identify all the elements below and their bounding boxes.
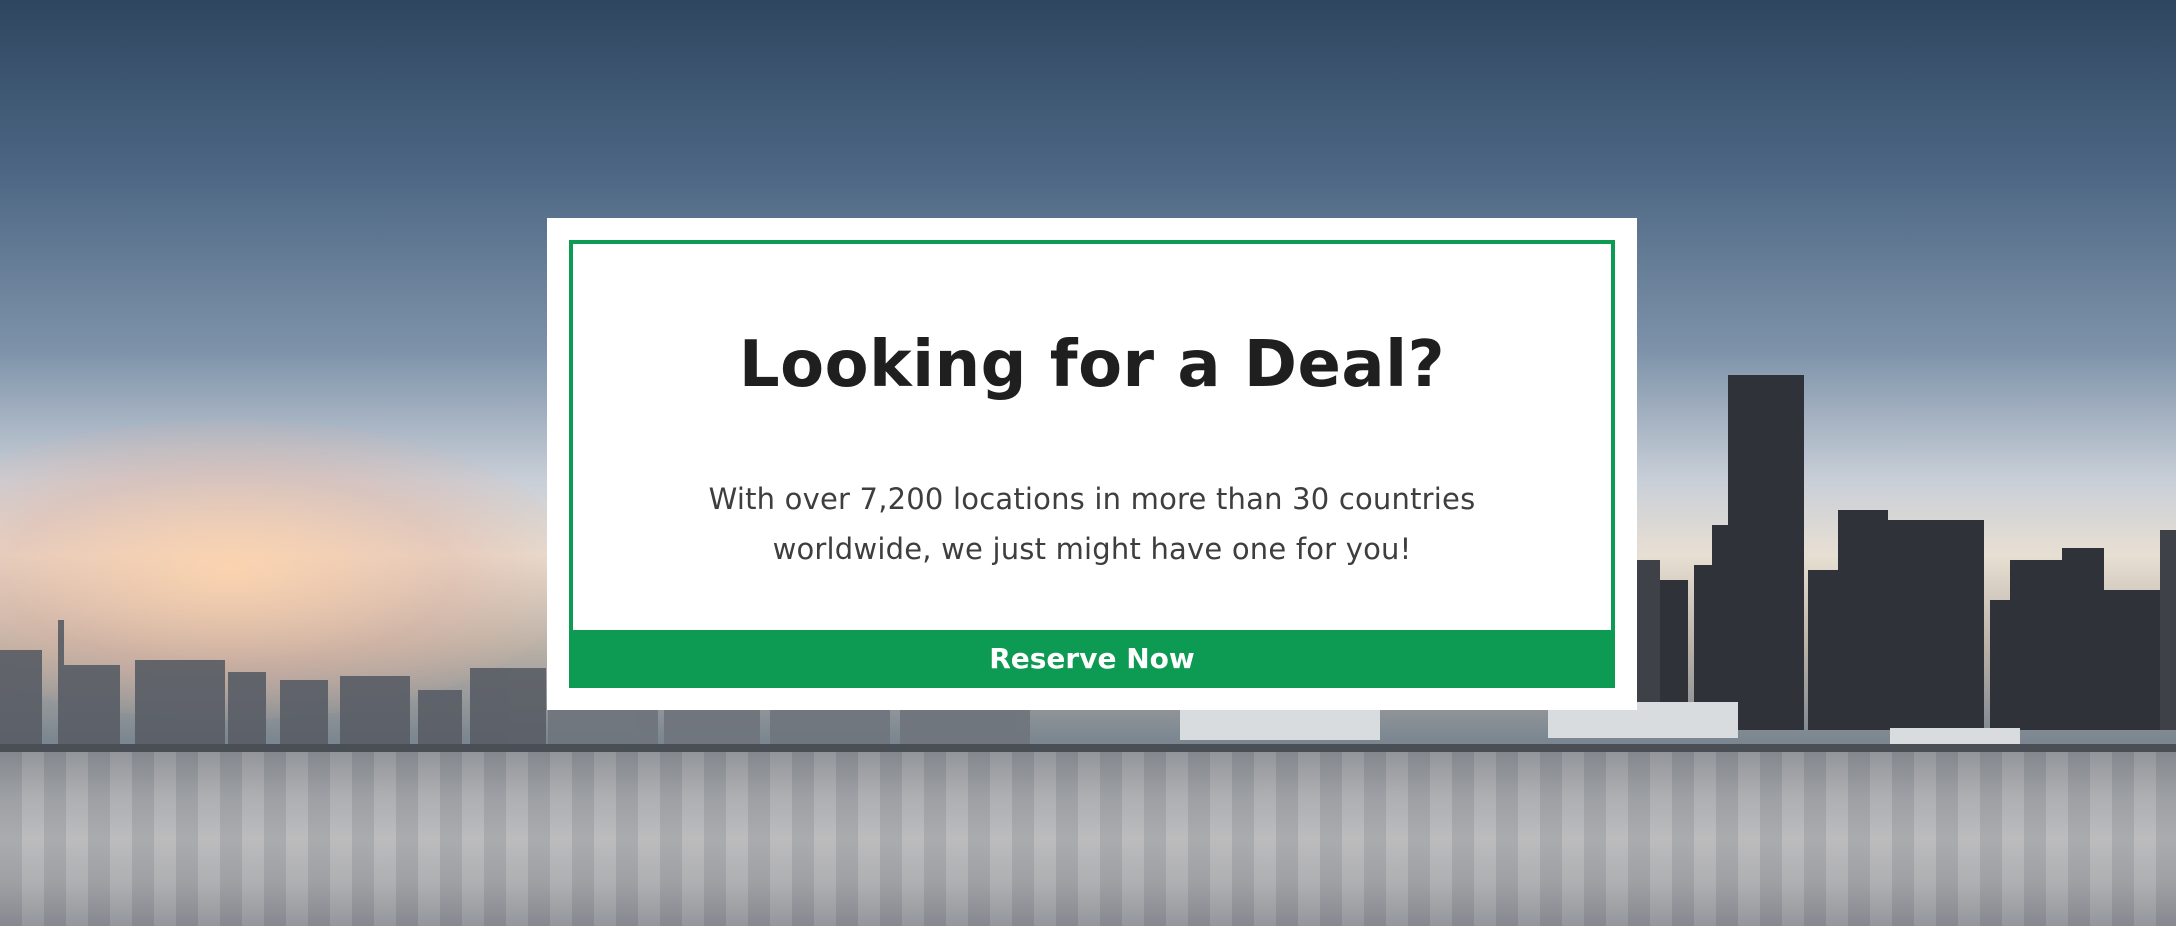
deal-description-line-2: worldwide, we just might have one for yo… — [772, 532, 1412, 566]
deal-promo-card: Looking for a Deal? With over 7,200 loca… — [547, 218, 1637, 710]
hero-background: Looking for a Deal? With over 7,200 loca… — [0, 0, 2176, 926]
deal-promo-frame: Looking for a Deal? With over 7,200 loca… — [569, 240, 1615, 688]
water-reflections — [0, 752, 2176, 926]
reserve-now-button[interactable]: Reserve Now — [569, 630, 1615, 688]
deal-description-line-1: With over 7,200 locations in more than 3… — [708, 482, 1476, 516]
deal-title: Looking for a Deal? — [738, 328, 1446, 402]
deal-description: With over 7,200 locations in more than 3… — [573, 474, 1611, 574]
